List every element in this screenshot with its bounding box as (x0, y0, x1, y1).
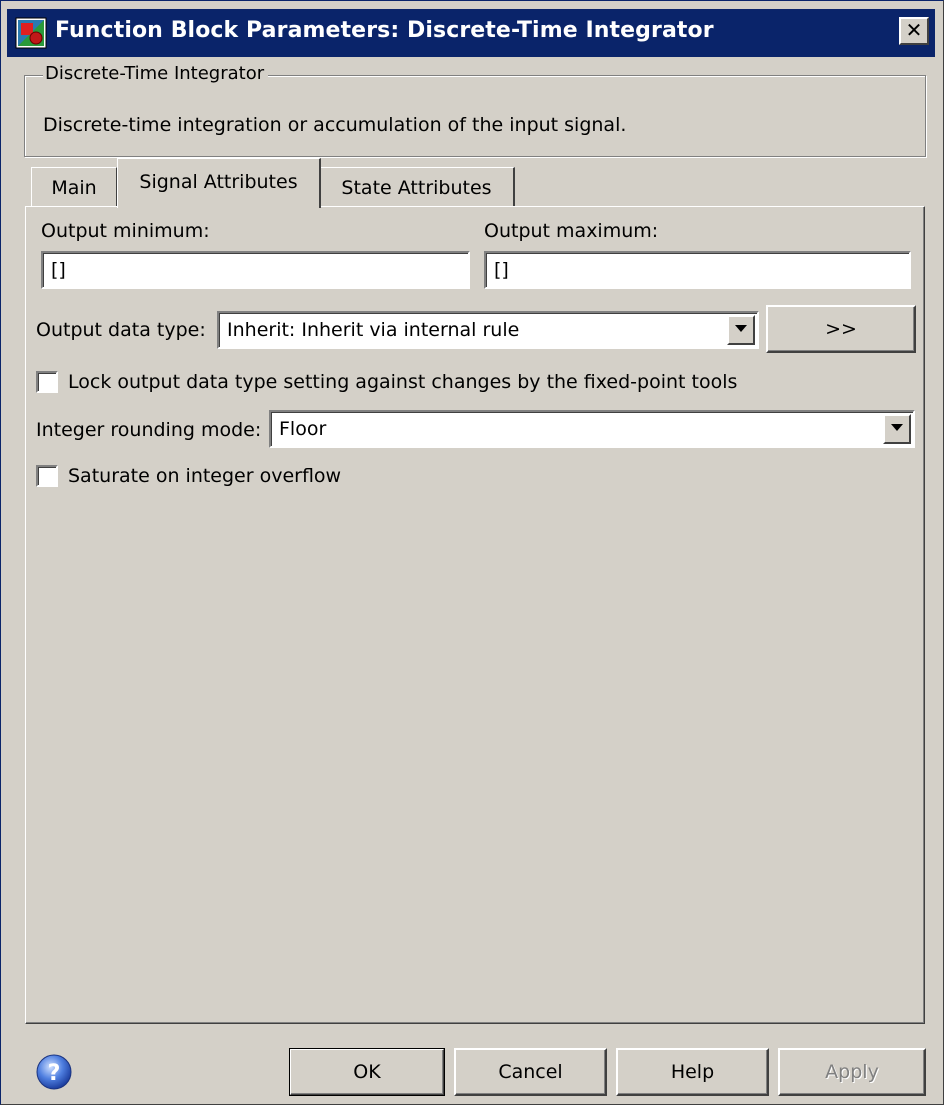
output-data-type-value: Inherit: Inherit via internal rule (227, 319, 520, 341)
tab-signal-attributes[interactable]: Signal Attributes (117, 158, 321, 208)
tab-main[interactable]: Main (31, 167, 117, 207)
simulink-block-icon (15, 17, 47, 49)
dialog-window: Function Block Parameters: Discrete-Time… (0, 0, 944, 1105)
chevron-down-icon[interactable] (727, 315, 755, 345)
output-maximum-label: Output maximum: (484, 220, 659, 242)
saturate-label[interactable]: Saturate on integer overflow (68, 465, 341, 487)
saturate-checkbox[interactable] (36, 465, 58, 487)
output-minimum-input[interactable]: [] (41, 251, 470, 289)
tab-state-attributes-label: State Attributes (341, 177, 492, 199)
data-type-assistant-button[interactable]: >> (766, 305, 916, 353)
block-description: Discrete-time integration or accumulatio… (43, 114, 627, 136)
cancel-button[interactable]: Cancel (454, 1048, 607, 1096)
tab-state-attributes[interactable]: State Attributes (319, 167, 515, 207)
tab-signal-attributes-label: Signal Attributes (139, 171, 298, 193)
description-groupbox: Discrete-Time Integrator Discrete-time i… (24, 63, 926, 157)
lock-output-label[interactable]: Lock output data type setting against ch… (68, 371, 737, 393)
groupbox-title: Discrete-Time Integrator (43, 63, 269, 84)
question-mark-help-icon[interactable]: ? (35, 1053, 73, 1091)
rounding-mode-label: Integer rounding mode: (36, 419, 262, 441)
output-data-type-select[interactable]: Inherit: Inherit via internal rule (217, 311, 759, 349)
title-bar[interactable]: Function Block Parameters: Discrete-Time… (7, 9, 935, 57)
close-button[interactable]: ✕ (899, 17, 929, 45)
window-title: Function Block Parameters: Discrete-Time… (55, 18, 714, 43)
ok-button[interactable]: OK (289, 1048, 445, 1096)
chevron-down-icon[interactable] (883, 414, 911, 444)
close-icon: ✕ (905, 18, 923, 42)
lock-output-checkbox[interactable] (36, 371, 58, 393)
help-button[interactable]: Help (616, 1048, 769, 1096)
output-maximum-input[interactable]: [] (484, 251, 911, 289)
rounding-mode-value: Floor (279, 418, 327, 440)
svg-text:?: ? (48, 1061, 61, 1086)
output-data-type-label: Output data type: (36, 319, 206, 341)
tab-main-label: Main (51, 177, 97, 199)
apply-button[interactable]: Apply (778, 1048, 926, 1096)
output-minimum-label: Output minimum: (41, 220, 210, 242)
rounding-mode-select[interactable]: Floor (269, 410, 915, 448)
